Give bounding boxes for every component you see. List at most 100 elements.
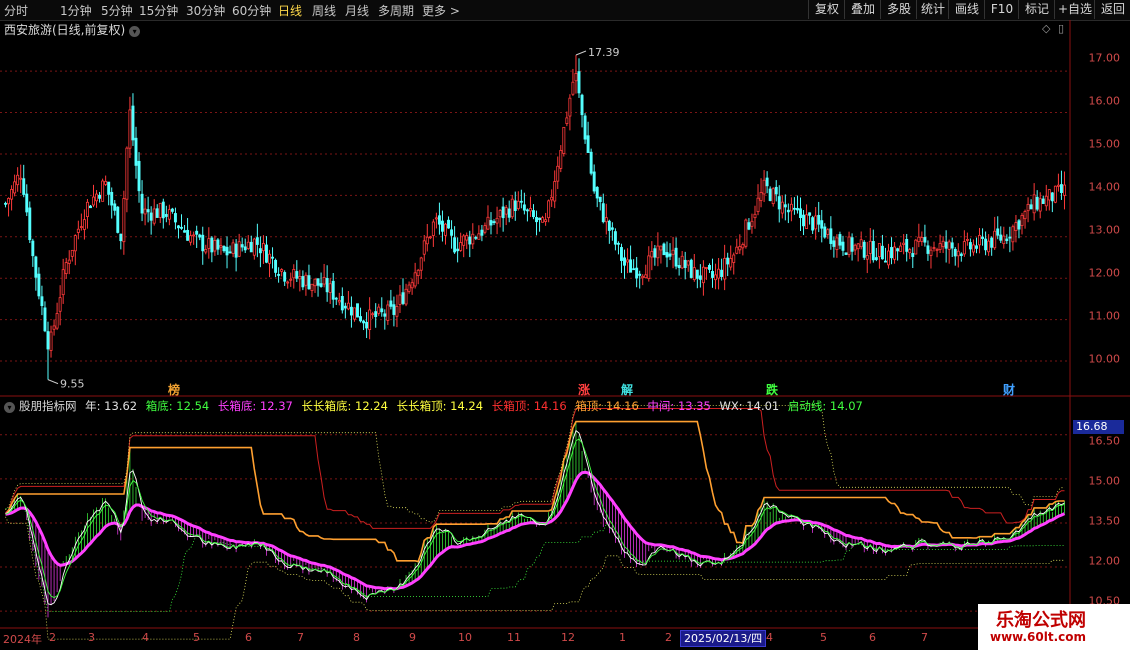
candle-body	[70, 249, 74, 257]
candle-body	[67, 259, 71, 264]
candle-body	[340, 296, 344, 311]
candle-body	[19, 177, 23, 180]
time-axis-label: 11	[507, 631, 521, 644]
candle-body	[104, 181, 108, 185]
time-axis-label: 10	[458, 631, 472, 644]
candle-body	[76, 228, 80, 233]
candle-body	[498, 210, 502, 218]
candle-body	[586, 135, 590, 153]
candle-body	[535, 217, 538, 223]
candle-body	[1023, 211, 1027, 220]
candle-body	[1014, 222, 1018, 231]
candle-body	[422, 240, 426, 255]
event-marker[interactable]: 榜	[168, 381, 180, 398]
candle-body	[956, 250, 960, 257]
candle-body	[929, 249, 933, 256]
event-marker[interactable]: 跌	[766, 381, 778, 398]
candle-body	[255, 237, 259, 245]
panel-layout-icon[interactable]: ▯	[1058, 22, 1064, 35]
candle-body	[717, 268, 721, 279]
candle-body	[434, 217, 438, 220]
candle-body	[592, 171, 596, 192]
candle-body	[383, 313, 387, 317]
event-marker[interactable]: 财	[1003, 381, 1015, 398]
candle-body	[274, 259, 278, 273]
price-axis-label: 13.00	[1088, 223, 1121, 237]
indicator-value: 中间: 13.35	[647, 399, 711, 413]
indicator-axis-label: 13.50	[1088, 514, 1121, 528]
candle-body	[173, 213, 177, 223]
event-marker[interactable]: 解	[621, 381, 633, 398]
candle-body	[1002, 235, 1006, 245]
chevron-down-icon[interactable]: ▾	[129, 26, 141, 37]
candle-body	[371, 313, 375, 316]
event-marker[interactable]: 涨	[578, 381, 590, 398]
candle-body	[708, 264, 711, 270]
candle-body	[131, 105, 135, 141]
candle-body	[43, 307, 47, 332]
price-axis-label: 11.00	[1088, 309, 1121, 323]
candle-body	[1063, 184, 1066, 196]
candle-body	[528, 208, 532, 212]
candle-body	[277, 274, 281, 276]
candle-body	[404, 288, 408, 305]
candle-body	[562, 126, 566, 154]
candle-body	[25, 193, 29, 213]
candle-body	[783, 204, 787, 208]
candle-body	[993, 230, 997, 249]
candle-body	[765, 177, 769, 187]
candle-body	[346, 302, 350, 310]
candle-body	[768, 188, 772, 201]
time-axis-label: 9	[409, 631, 416, 644]
candle-body	[565, 117, 569, 124]
candle-body	[808, 212, 812, 216]
candle-body	[310, 283, 314, 291]
candle-body	[477, 233, 481, 240]
candle-body	[847, 236, 851, 255]
min-pointer	[47, 379, 59, 385]
max-price-label: 17.39	[588, 46, 620, 59]
candle-body	[377, 306, 381, 314]
candle-body	[246, 241, 250, 249]
candle-body	[201, 234, 205, 252]
candle-body	[431, 221, 435, 236]
candle-body	[947, 241, 951, 250]
candle-body	[107, 181, 111, 195]
candle-body	[337, 299, 341, 303]
candle-body	[920, 237, 924, 242]
candle-body	[389, 300, 393, 307]
candle-body	[826, 229, 830, 235]
candle-body	[362, 320, 366, 324]
candle-body	[313, 278, 317, 287]
indicator-value: 启动线: 14.07	[787, 399, 863, 413]
candle-body	[237, 241, 241, 257]
watermark-url: www.60lt.com	[990, 630, 1087, 644]
candle-body	[999, 234, 1003, 241]
candle-body	[796, 208, 799, 211]
candle-body	[271, 256, 274, 259]
diamond-icon[interactable]: ◇	[1042, 22, 1050, 35]
candle-body	[926, 245, 930, 254]
candle-body	[695, 269, 699, 279]
candle-body	[626, 259, 630, 263]
candle-body	[198, 234, 202, 238]
candle-body	[368, 309, 372, 331]
candle-body	[911, 253, 915, 257]
candle-body	[1026, 204, 1030, 212]
candle-body	[425, 236, 429, 245]
candle-body	[280, 269, 284, 272]
indicator-value: 箱顶: 14.16	[575, 399, 639, 413]
candle-body	[938, 243, 942, 250]
candle-body	[811, 217, 815, 231]
chevron-down-icon[interactable]: ▾	[4, 402, 15, 413]
indicator-value: WX: 14.01	[719, 399, 780, 413]
candle-body	[492, 221, 496, 223]
candle-body	[137, 160, 141, 192]
candle-body	[504, 207, 508, 215]
candle-body	[407, 284, 411, 292]
candle-body	[295, 271, 299, 279]
candle-body	[298, 276, 302, 280]
candle-body	[835, 237, 839, 250]
candle-body	[304, 274, 308, 286]
candle-body	[607, 220, 611, 231]
